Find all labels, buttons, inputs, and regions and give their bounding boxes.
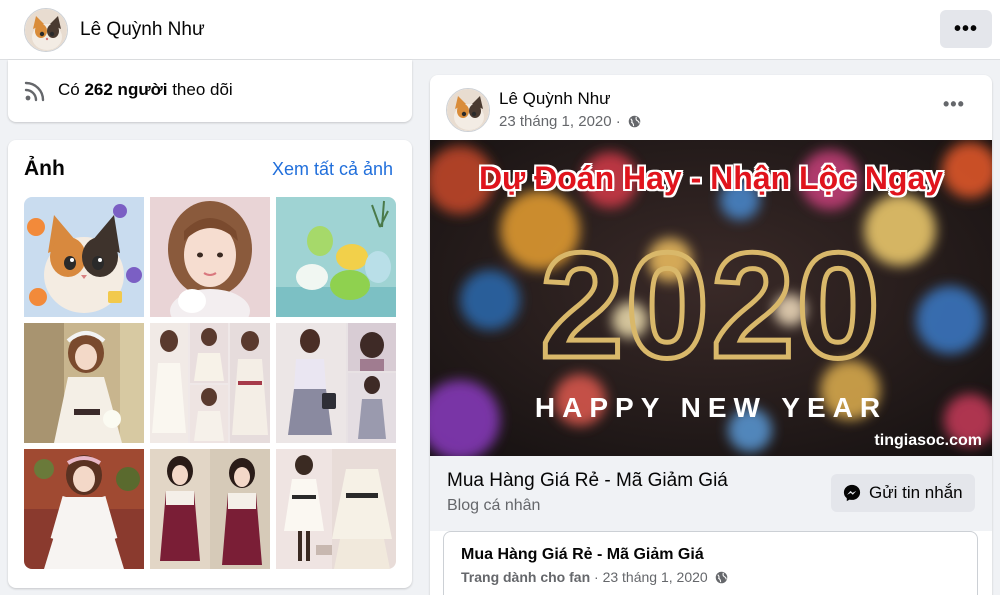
post-date[interactable]: 23 tháng 1, 2020 [499, 113, 612, 130]
photo-outfit-collage[interactable] [276, 323, 396, 443]
photo-lace-dress[interactable] [24, 449, 144, 569]
post-meta-separator: · [615, 113, 621, 130]
globe-icon [715, 571, 728, 587]
banner-headline: Dự Đoán Hay - Nhận Lộc Ngay [478, 160, 944, 196]
more-dots-icon: ••• [953, 17, 978, 40]
photo-easter-eggs[interactable] [276, 197, 396, 317]
rss-feed-icon [24, 80, 46, 107]
shared-page-date[interactable]: 23 tháng 1, 2020 [603, 569, 708, 585]
shared-page-type: Trang dành cho fan [461, 569, 591, 585]
see-all-photos-link[interactable]: Xem tất cả ảnh [272, 159, 393, 180]
post-author-name[interactable]: Lê Quỳnh Như [499, 89, 611, 109]
post-banner-image[interactable]: Dự Đoán Hay - Nhận Lộc Ngay 2020 HAPPY N… [430, 140, 992, 456]
page-category: Blog cá nhân [447, 497, 541, 514]
profile-avatar[interactable] [24, 8, 68, 52]
followers-count-text: Có 262 người theo dõi [58, 80, 233, 100]
photo-kitten[interactable] [24, 197, 144, 317]
photo-white-dress[interactable] [24, 323, 144, 443]
photo-dress-collage[interactable] [150, 323, 270, 443]
shared-meta-separator: · [594, 569, 599, 585]
followers-prefix: Có [58, 80, 80, 99]
send-message-button[interactable]: Gửi tin nhắn [831, 474, 975, 512]
globe-icon [628, 115, 641, 132]
banner-watermark: tingiasoc.com [874, 432, 982, 449]
post-author-avatar[interactable] [446, 88, 490, 132]
messenger-icon [843, 484, 861, 502]
shared-page-meta: Trang dành cho fan · 23 tháng 1, 2020 [461, 569, 728, 587]
banner-year: 2020 [538, 221, 883, 389]
photo-grid [24, 197, 396, 569]
photo-girl-portrait[interactable] [150, 197, 270, 317]
profile-name[interactable]: Lê Quỳnh Như [80, 19, 205, 41]
photo-boutique-dress[interactable] [276, 449, 396, 569]
more-options-button[interactable]: ••• [940, 10, 992, 48]
send-message-label: Gửi tin nhắn [869, 483, 963, 502]
banner-tagline: HAPPY NEW YEAR [534, 392, 888, 423]
profile-header-bar: Lê Quỳnh Như ••• [0, 0, 1000, 60]
followers-suffix: theo dõi [172, 80, 233, 99]
shared-page-name[interactable]: Mua Hàng Giá Rẻ - Mã Giảm Giá [461, 546, 704, 564]
post-meta: 23 tháng 1, 2020 · [499, 113, 641, 132]
page-name[interactable]: Mua Hàng Giá Rẻ - Mã Giảm Giá [447, 470, 728, 492]
photos-title[interactable]: Ảnh [24, 157, 65, 181]
followers-count[interactable]: 262 người [84, 80, 167, 99]
photo-burgundy-dress[interactable] [150, 449, 270, 569]
post-more-icon[interactable]: ••• [943, 94, 965, 115]
